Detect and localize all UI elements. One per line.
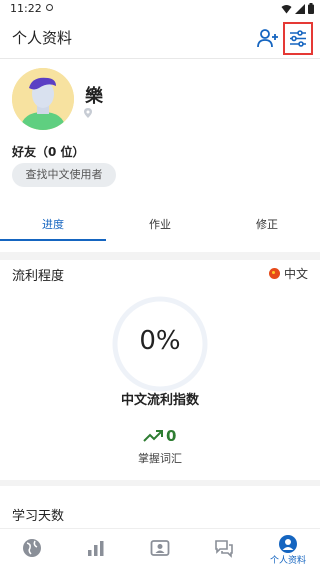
fluency-title: 流利程度 [12, 269, 65, 284]
notification-icon [46, 4, 53, 11]
status-time: 11:22 [10, 2, 42, 15]
sliders-icon [290, 30, 306, 47]
status-icons [281, 3, 314, 14]
profile-icon [279, 535, 297, 553]
study-days-title: 学习天数 [12, 509, 65, 524]
tab-homework[interactable]: 作业 [107, 213, 213, 241]
fluency-header: 流利程度 中文 [0, 262, 320, 286]
nav-stats[interactable] [64, 529, 128, 569]
friends-count: 好友（0 位） [12, 145, 85, 159]
status-bar: 11:22 [0, 0, 320, 18]
bottom-nav: 个人资料 [0, 528, 320, 569]
bar-chart-icon [88, 541, 104, 556]
tab-progress[interactable]: 进度 [0, 213, 106, 241]
china-flag-icon [268, 268, 280, 279]
vocab-label: 掌握词汇 [138, 452, 182, 465]
nav-profile[interactable]: 个人资料 [256, 529, 320, 569]
trend-up-icon [143, 430, 163, 442]
vocab-count: 0 [143, 427, 176, 445]
signal-icon [295, 3, 305, 14]
username: 樂 [85, 86, 103, 107]
section-divider [0, 480, 320, 486]
settings-button[interactable] [283, 22, 313, 55]
app-bar: 个人资料 [0, 18, 320, 59]
tab-corrections[interactable]: 修正 [214, 213, 320, 241]
wifi-icon [281, 4, 292, 13]
tab-bar: 进度 作业 修正 [0, 213, 320, 241]
nav-community[interactable] [0, 529, 64, 569]
globe-icon [23, 539, 41, 557]
location-icon [84, 108, 92, 118]
vocab-count-value: 0 [166, 427, 177, 445]
nav-profile-label: 个人资料 [269, 556, 306, 566]
avatar-image [12, 68, 74, 130]
add-friend-icon[interactable] [256, 26, 280, 50]
nav-contacts[interactable] [128, 529, 192, 569]
page-title: 个人资料 [12, 29, 73, 47]
language-label: 中文 [283, 267, 308, 281]
battery-icon [308, 3, 314, 14]
find-speakers-button[interactable]: 查找中文使用者 [12, 163, 116, 187]
chat-bubbles-icon [215, 540, 233, 558]
language-selector[interactable]: 中文 [268, 265, 308, 282]
fluency-percent: 0% [139, 326, 181, 356]
fluency-index-label: 中文流利指数 [120, 393, 199, 408]
section-divider [0, 252, 320, 260]
avatar[interactable] [12, 68, 74, 130]
nav-chats[interactable] [192, 529, 256, 569]
contact-card-icon [150, 540, 170, 556]
